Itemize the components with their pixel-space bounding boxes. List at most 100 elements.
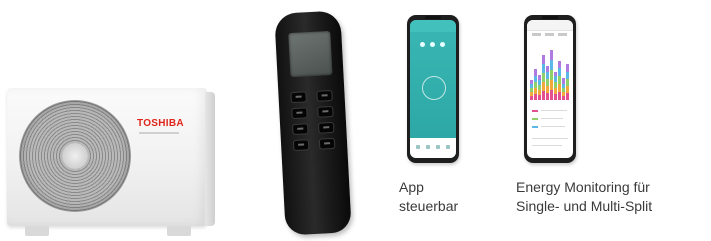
energy-bar-segment — [542, 55, 545, 64]
energy-bar-segment — [558, 84, 561, 92]
energy-tab — [558, 33, 567, 36]
remote-button — [293, 140, 309, 151]
energy-bar-segment — [538, 80, 541, 85]
energy-tab — [532, 33, 541, 36]
remote-button — [291, 92, 306, 103]
phone-notch — [542, 16, 558, 19]
legend-line — [541, 126, 565, 127]
energy-bar-segment — [562, 84, 565, 88]
energy-bar-segment — [566, 72, 569, 79]
energy-bar-segment — [554, 76, 557, 82]
nav-icon — [436, 145, 440, 149]
energy-screen — [527, 20, 573, 158]
energy-bar-segment — [542, 82, 545, 91]
energy-bar-segment — [554, 82, 557, 88]
energy-bar-segment — [562, 92, 565, 96]
energy-bar-segment — [558, 68, 561, 76]
app-phone-image — [407, 15, 459, 163]
energy-bar-segment — [554, 88, 557, 94]
legend-line — [541, 110, 567, 111]
energy-bar-segment — [566, 86, 569, 93]
nav-icon — [416, 145, 420, 149]
energy-bar-segment — [546, 86, 549, 93]
fan-grille-icon — [19, 100, 131, 212]
legend-swatch — [532, 110, 538, 112]
energy-bar-segment — [530, 84, 533, 88]
remote-control-icon — [274, 10, 352, 236]
energy-bar-segment — [546, 72, 549, 79]
energy-bar-segment — [550, 90, 553, 100]
legend-line — [541, 118, 563, 119]
energy-bar-segment — [558, 61, 561, 68]
outdoor-unit-side — [205, 92, 215, 226]
app-caption: App steuerbar — [399, 178, 458, 216]
energy-tab — [545, 33, 554, 36]
energy-bar-segment — [546, 79, 549, 86]
divider — [532, 138, 568, 139]
nav-icon — [446, 145, 450, 149]
legend-swatch — [532, 126, 538, 128]
remote-button — [318, 106, 333, 117]
energy-phone-image — [524, 15, 576, 163]
remote-button — [319, 138, 335, 149]
divider — [532, 145, 562, 146]
outdoor-unit-image: TOSHIBA — [7, 88, 215, 238]
energy-bar-segment — [550, 50, 553, 60]
energy-chart-icon — [530, 44, 570, 100]
energy-bar-segment — [550, 70, 553, 80]
energy-bar-segment — [554, 94, 557, 100]
remote-button — [292, 108, 307, 119]
energy-bar-segment — [542, 64, 545, 73]
legend-swatch — [532, 118, 538, 120]
energy-bar-segment — [538, 85, 541, 90]
energy-bar-segment — [562, 78, 565, 84]
mode-icon — [420, 42, 425, 47]
energy-bar-segment — [562, 96, 565, 100]
mode-icon — [440, 42, 445, 47]
energy-bar-segment — [534, 76, 537, 82]
mode-icon — [430, 42, 435, 47]
app-caption-line1: App — [399, 179, 424, 195]
remote-button — [317, 90, 332, 101]
energy-bar-segment — [530, 96, 533, 100]
remote-button — [293, 124, 308, 135]
energy-caption-line2: Single- und Multi-Split — [516, 198, 653, 214]
energy-bar-segment — [550, 60, 553, 70]
energy-caption: Energy Monitoring für Single- und Multi-… — [516, 178, 652, 216]
energy-bar-segment — [530, 80, 533, 84]
remote-display — [288, 30, 333, 78]
energy-bar-segment — [554, 72, 557, 76]
energy-bar-segment — [534, 82, 537, 88]
phone-notch — [425, 16, 441, 19]
fan-hub — [62, 143, 88, 169]
remote-button — [319, 122, 334, 133]
energy-bar-segment — [546, 66, 549, 72]
brand-logo: TOSHIBA — [137, 118, 184, 129]
energy-bar-segment — [530, 92, 533, 96]
energy-bar-segment — [538, 90, 541, 95]
energy-bar-segment — [566, 79, 569, 86]
energy-bar-segment — [562, 88, 565, 92]
energy-bar-segment — [542, 91, 545, 100]
energy-bar-segment — [534, 69, 537, 76]
app-topbar — [410, 20, 456, 32]
app-caption-line2: steuerbar — [399, 198, 459, 214]
energy-caption-line1: Energy Monitoring für — [516, 179, 650, 195]
unit-foot-right — [167, 226, 191, 236]
energy-bar-segment — [542, 73, 545, 82]
energy-bar-segment — [558, 76, 561, 84]
app-bottom-bar — [410, 138, 456, 158]
energy-bar-segment — [534, 94, 537, 100]
energy-bar-segment — [566, 93, 569, 100]
energy-bar-segment — [566, 64, 569, 72]
energy-bar-segment — [550, 80, 553, 90]
temperature-dial-icon — [422, 76, 446, 100]
energy-bar-segment — [538, 95, 541, 100]
energy-header — [527, 20, 573, 31]
energy-bar-segment — [538, 75, 541, 80]
nav-icon — [426, 145, 430, 149]
energy-bar-segment — [530, 88, 533, 92]
energy-bar-segment — [546, 93, 549, 100]
brand-subline — [139, 132, 179, 134]
energy-bar-segment — [534, 88, 537, 94]
